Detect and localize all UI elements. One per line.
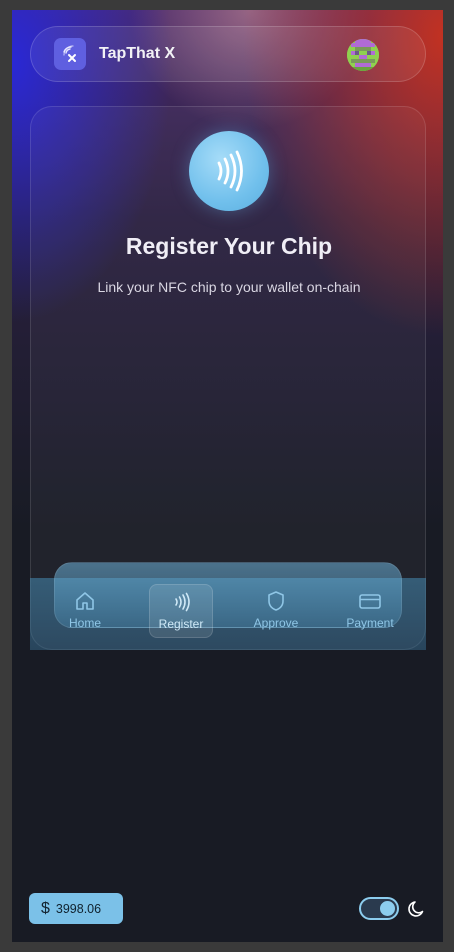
nav-label-approve: Approve <box>253 616 299 630</box>
dollar-icon: $ <box>41 899 50 917</box>
balance-value: 3998.06 <box>55 901 102 916</box>
header-bar: TapThat X <box>30 26 426 82</box>
contactless-icon <box>189 131 269 211</box>
toggle-knob <box>380 901 395 916</box>
shield-icon <box>268 591 284 611</box>
page-title: Register Your Chip <box>125 233 333 259</box>
nfc-x-icon[interactable] <box>54 38 86 70</box>
moon-icon <box>407 899 427 919</box>
app-title: TapThat X <box>99 45 176 62</box>
nav-item-register[interactable]: Register <box>149 584 213 638</box>
nav-label-payment: Payment <box>346 616 394 630</box>
app-frame: TapThat X Register Your Chip Link your N… <box>12 10 443 942</box>
contactless-icon <box>175 592 190 612</box>
nav-label-home: Home <box>68 616 101 630</box>
theme-toggle[interactable] <box>359 897 399 920</box>
home-icon <box>76 592 94 610</box>
balance-badge[interactable]: $ 3998.06 <box>29 893 123 924</box>
nav-item-home[interactable]: Home <box>53 584 117 638</box>
nav-item-approve[interactable]: Approve <box>244 584 308 638</box>
nav-label-register: Register <box>158 617 204 631</box>
pixel-avatar-icon[interactable] <box>347 39 379 71</box>
nav-item-payment[interactable]: Payment <box>338 584 402 638</box>
card-icon <box>359 594 381 609</box>
page-subtitle: Link your NFC chip to your wallet on-cha… <box>97 279 361 295</box>
